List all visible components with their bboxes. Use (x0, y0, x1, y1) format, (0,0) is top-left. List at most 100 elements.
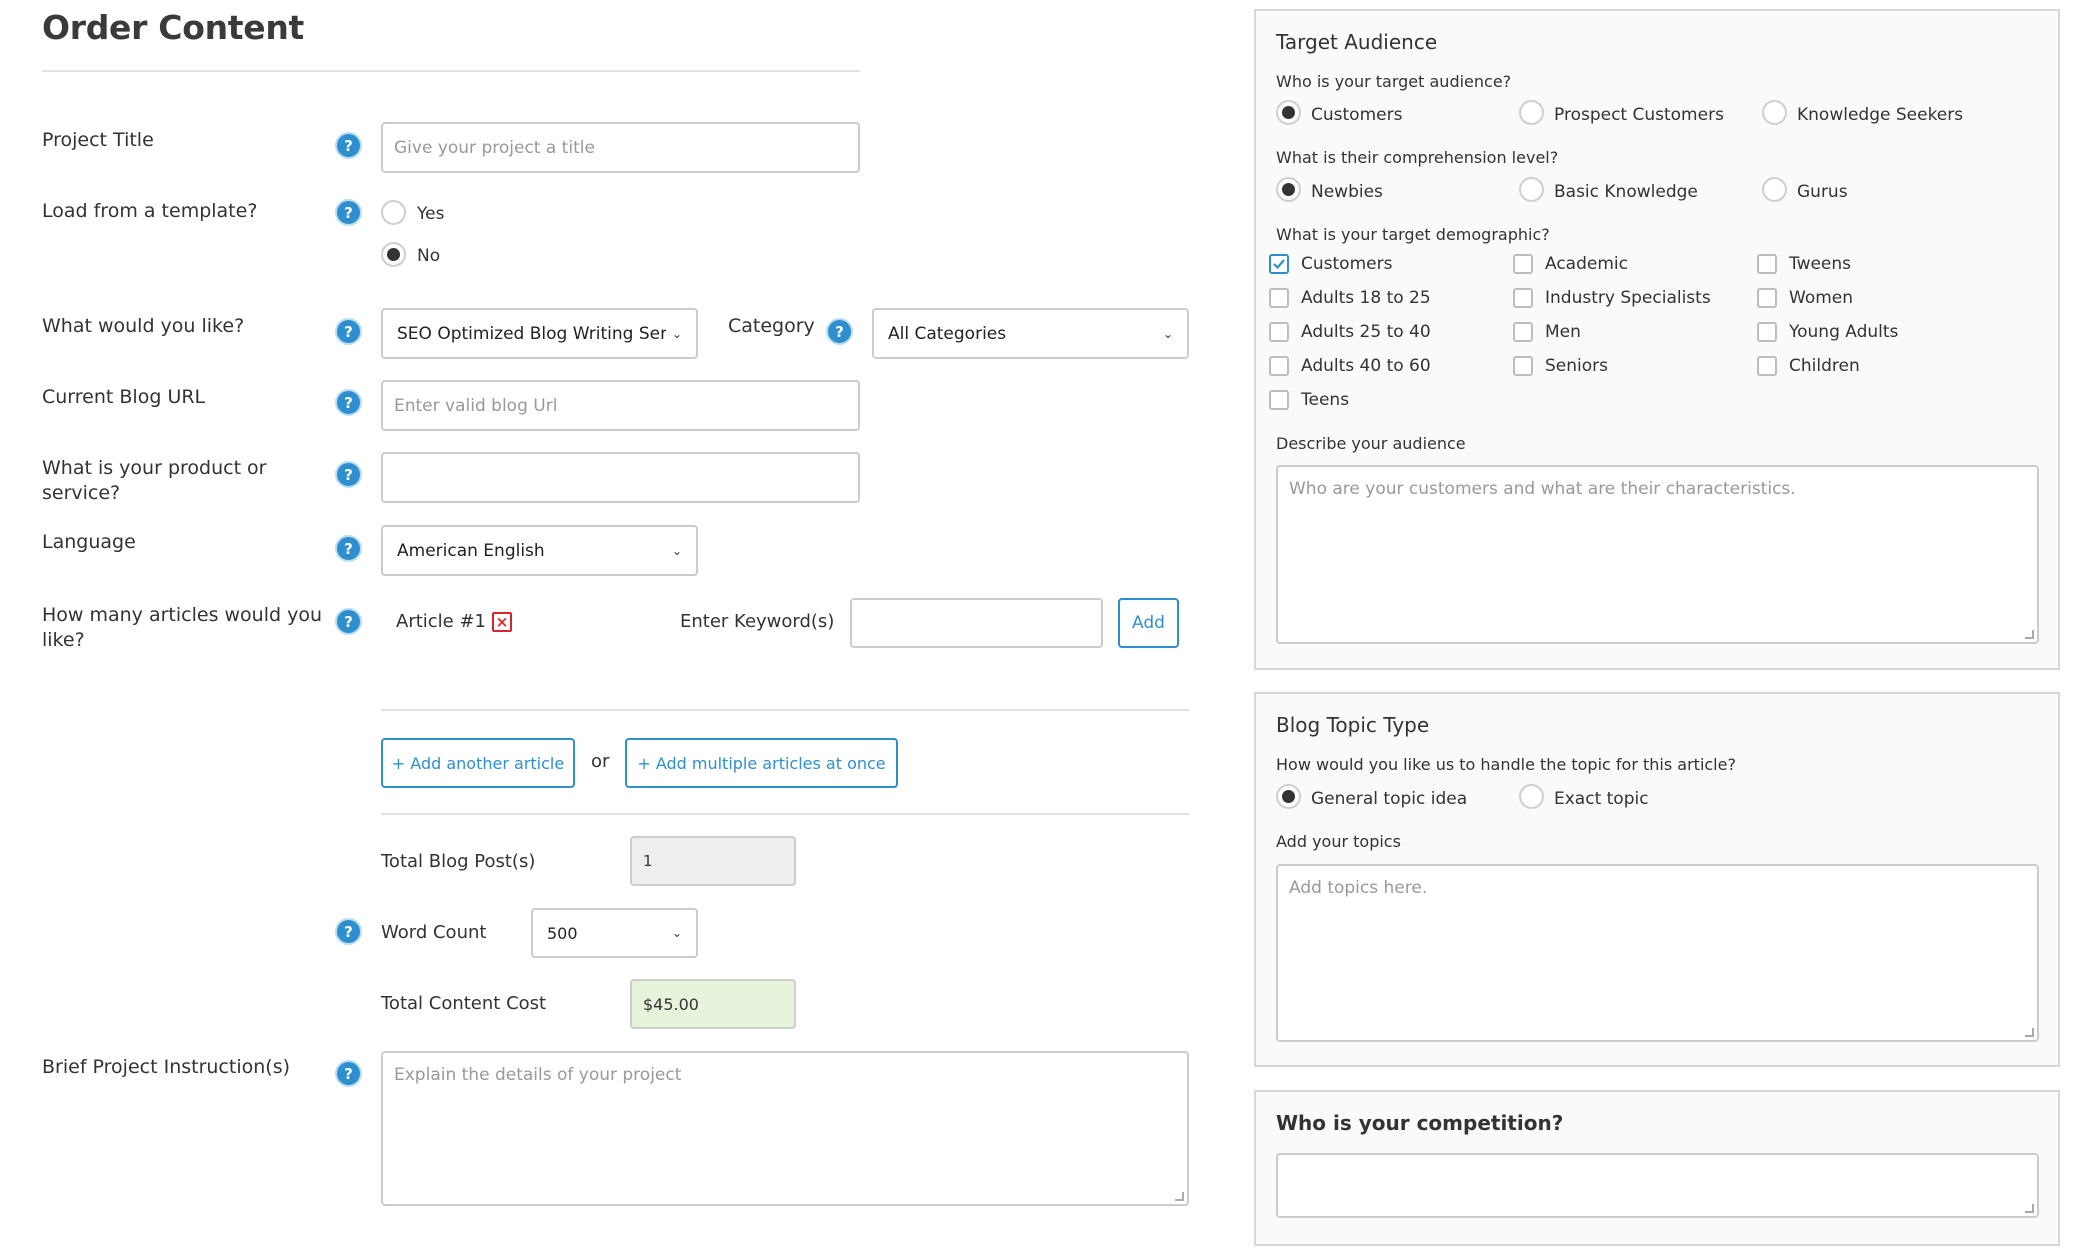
project-title-label: Project Title (42, 129, 154, 151)
keyword-input[interactable] (850, 598, 1103, 648)
template-help-icon[interactable]: ? (335, 199, 362, 226)
demo-seniors-label: Seniors (1545, 356, 1608, 376)
project-title-input[interactable]: Give your project a title (381, 122, 860, 173)
keyword-label: Enter Keyword(s) (680, 611, 835, 632)
audience-knowledge-radio[interactable] (1762, 100, 1787, 125)
article-1-label: Article #1 (396, 611, 486, 632)
blog-url-placeholder: Enter valid blog Url (394, 395, 558, 416)
add-topics-textarea[interactable]: Add topics here. (1276, 864, 2039, 1042)
template-label: Load from a template? (42, 200, 258, 222)
project-title-placeholder: Give your project a title (394, 137, 595, 158)
add-topics-placeholder: Add topics here. (1289, 878, 1428, 898)
describe-audience-placeholder: Who are your customers and what are thei… (1289, 479, 1796, 499)
articles-help-icon[interactable]: ? (335, 608, 362, 635)
service-selected-value: SEO Optimized Blog Writing Servic (397, 323, 666, 344)
demo-industry-checkbox[interactable] (1513, 288, 1533, 308)
demo-customers-checkbox[interactable] (1269, 254, 1289, 274)
total-cost-field: $45.00 (630, 979, 796, 1029)
target-audience-title: Target Audience (1276, 30, 1438, 54)
blog-url-input[interactable]: Enter valid blog Url (381, 380, 860, 431)
demo-adults-25-40-checkbox[interactable] (1269, 322, 1289, 342)
instructions-placeholder: Explain the details of your project (394, 1065, 682, 1085)
demo-seniors-checkbox[interactable] (1513, 356, 1533, 376)
demo-men-checkbox[interactable] (1513, 322, 1533, 342)
topic-general-label: General topic idea (1311, 789, 1468, 809)
level-gurus-label: Gurus (1797, 182, 1848, 202)
word-count-help-icon[interactable]: ? (335, 918, 362, 945)
blog-topic-question: How would you like us to handle the topi… (1276, 755, 1736, 774)
demo-women-checkbox[interactable] (1757, 288, 1777, 308)
audience-prospect-label: Prospect Customers (1554, 105, 1724, 125)
level-basic-radio[interactable] (1519, 177, 1544, 202)
instructions-label: Brief Project Instruction(s) (42, 1056, 291, 1078)
remove-article-icon[interactable]: × (492, 612, 512, 632)
product-input[interactable] (381, 452, 860, 503)
articles-label-line1: How many articles would you (42, 604, 322, 626)
demo-adults-40-60-checkbox[interactable] (1269, 356, 1289, 376)
chevron-down-icon: ⌄ (671, 326, 682, 341)
service-label: What would you like? (42, 315, 245, 337)
service-select[interactable]: SEO Optimized Blog Writing Servic ⌄ (381, 308, 698, 359)
demo-teens-checkbox[interactable] (1269, 390, 1289, 410)
articles-divider-top (381, 709, 1189, 711)
chevron-down-icon: ⌄ (671, 926, 682, 940)
add-multiple-articles-button[interactable]: + Add multiple articles at once (625, 738, 898, 788)
topic-exact-label: Exact topic (1554, 789, 1649, 809)
level-gurus-radio[interactable] (1762, 177, 1787, 202)
demo-academic-checkbox[interactable] (1513, 254, 1533, 274)
blog-url-help-icon[interactable]: ? (335, 389, 362, 416)
category-selected-value: All Categories (888, 323, 1007, 344)
audience-customers-radio[interactable] (1276, 100, 1301, 125)
category-help-icon[interactable]: ? (826, 318, 853, 345)
service-help-icon[interactable]: ? (335, 318, 362, 345)
product-label: What is your product or service? (42, 456, 267, 506)
demo-customers-label: Customers (1301, 254, 1393, 274)
demo-children-label: Children (1789, 356, 1860, 376)
demo-adults-18-25-checkbox[interactable] (1269, 288, 1289, 308)
template-yes-radio[interactable] (381, 200, 406, 225)
product-help-icon[interactable]: ? (335, 461, 362, 488)
demo-adults-40-60-label: Adults 40 to 60 (1301, 356, 1431, 376)
resize-handle-icon[interactable] (1175, 1192, 1184, 1201)
project-title-help-icon[interactable]: ? (335, 132, 362, 159)
demo-tweens-checkbox[interactable] (1757, 254, 1777, 274)
audience-prospect-radio[interactable] (1519, 100, 1544, 125)
demo-adults-25-40-label: Adults 25 to 40 (1301, 322, 1431, 342)
audience-knowledge-label: Knowledge Seekers (1797, 105, 1964, 125)
demo-children-checkbox[interactable] (1757, 356, 1777, 376)
language-label: Language (42, 531, 136, 553)
add-another-article-button[interactable]: + Add another article (381, 738, 575, 788)
competition-textarea[interactable] (1276, 1153, 2039, 1218)
topic-general-radio[interactable] (1276, 784, 1301, 809)
instructions-help-icon[interactable]: ? (335, 1060, 362, 1087)
level-basic-label: Basic Knowledge (1554, 182, 1698, 202)
checkmark-icon (1273, 259, 1285, 270)
demo-young-adults-checkbox[interactable] (1757, 322, 1777, 342)
describe-audience-label: Describe your audience (1276, 434, 1466, 453)
total-blog-posts-label: Total Blog Post(s) (381, 851, 536, 872)
instructions-textarea[interactable]: Explain the details of your project (381, 1051, 1189, 1206)
resize-handle-icon[interactable] (2025, 630, 2034, 639)
language-select[interactable]: American English ⌄ (381, 525, 698, 576)
category-select[interactable]: All Categories ⌄ (872, 308, 1189, 359)
total-cost-label: Total Content Cost (381, 993, 547, 1014)
template-no-radio[interactable] (381, 242, 406, 267)
word-count-select[interactable]: 500 ⌄ (531, 908, 698, 958)
resize-handle-icon[interactable] (2025, 1204, 2034, 1213)
topic-exact-radio[interactable] (1519, 784, 1544, 809)
total-blog-posts-field: 1 (630, 836, 796, 886)
describe-audience-textarea[interactable]: Who are your customers and what are thei… (1276, 465, 2039, 644)
level-newbies-radio[interactable] (1276, 177, 1301, 202)
chevron-down-icon: ⌄ (1162, 326, 1173, 341)
demo-women-label: Women (1789, 288, 1854, 308)
page-title: Order Content (42, 8, 305, 47)
add-keyword-button[interactable]: Add (1118, 598, 1179, 648)
word-count-label: Word Count (381, 922, 487, 943)
level-newbies-label: Newbies (1311, 182, 1383, 202)
demo-young-adults-label: Young Adults (1789, 322, 1899, 342)
demo-tweens-label: Tweens (1789, 254, 1852, 274)
product-label-line1: What is your product or (42, 457, 267, 479)
language-help-icon[interactable]: ? (335, 535, 362, 562)
language-selected-value: American English (397, 540, 545, 561)
resize-handle-icon[interactable] (2025, 1028, 2034, 1037)
